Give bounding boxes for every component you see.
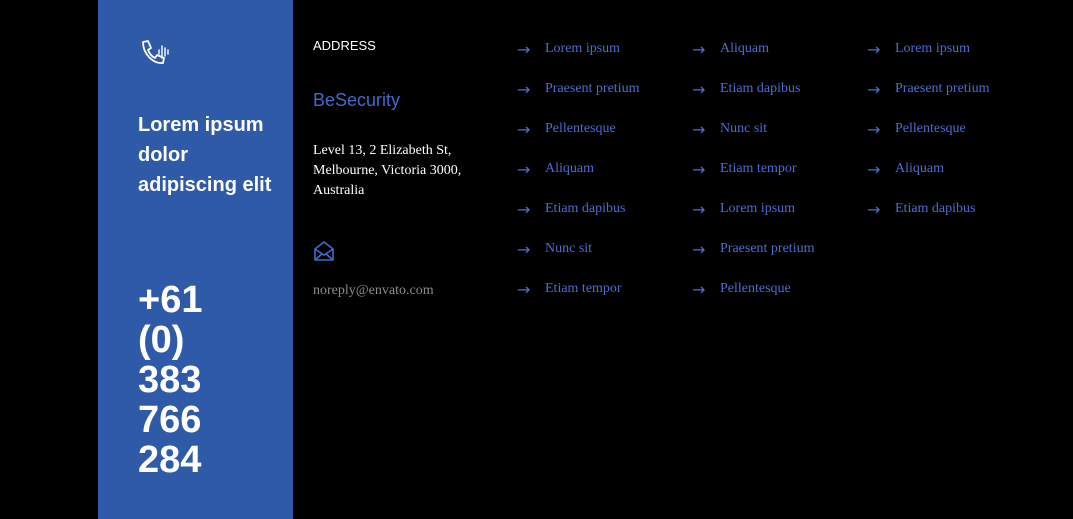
- link-column-2: → Aliquam → Etiam dapibus → Nunc sit → Etiam…: [692, 39, 814, 319]
- arrow-right-icon: →: [692, 119, 706, 139]
- link-column-3: → Lorem ipsum → Praesent pretium → Pellente…: [867, 39, 989, 239]
- footer-link[interactable]: → Aliquam: [517, 159, 639, 179]
- phone-icon: [142, 40, 169, 64]
- arrow-right-icon: →: [517, 239, 531, 259]
- arrow-right-icon: →: [692, 239, 706, 259]
- contact-tagline: Lorem ipsum dolor adipiscing elit: [138, 114, 272, 196]
- arrow-right-icon: →: [692, 199, 706, 219]
- footer-link[interactable]: → Pellentesque: [867, 119, 989, 139]
- link-label: Aliquam: [545, 161, 594, 176]
- link-label: Etiam dapibus: [720, 81, 801, 96]
- arrow-right-icon: →: [692, 79, 706, 99]
- phone-number[interactable]: +61 (0) 383 766 284: [138, 280, 258, 480]
- footer-link[interactable]: → Lorem ipsum: [517, 39, 639, 59]
- footer-link[interactable]: → Pellentesque: [692, 279, 814, 299]
- arrow-right-icon: →: [867, 159, 881, 179]
- footer-link[interactable]: → Etiam dapibus: [517, 199, 639, 219]
- footer-link[interactable]: → Nunc sit: [517, 239, 639, 259]
- link-label: Lorem ipsum: [720, 201, 796, 216]
- arrow-right-icon: →: [867, 199, 881, 219]
- arrow-right-icon: →: [517, 79, 531, 99]
- footer-link[interactable]: → Etiam tempor: [517, 279, 639, 299]
- link-label: Praesent pretium: [545, 81, 640, 96]
- link-label: Nunc sit: [720, 121, 768, 136]
- link-label: Etiam dapibus: [545, 201, 626, 216]
- link-label: Lorem ipsum: [545, 41, 621, 56]
- footer-link[interactable]: → Praesent pretium: [867, 79, 989, 99]
- footer-link[interactable]: → Praesent pretium: [692, 239, 814, 259]
- footer-link[interactable]: → Pellentesque: [517, 119, 639, 139]
- arrow-right-icon: →: [517, 159, 531, 179]
- footer-link[interactable]: → Etiam dapibus: [867, 199, 989, 219]
- footer-link[interactable]: → Praesent pretium: [517, 79, 639, 99]
- link-label: Etiam dapibus: [895, 201, 976, 216]
- brand-name: BeSecurity: [313, 90, 401, 110]
- link-label: Aliquam: [720, 41, 769, 56]
- envelope-open-icon: [314, 241, 334, 261]
- email-link[interactable]: noreply@envato.com: [313, 283, 434, 299]
- link-label: Lorem ipsum: [895, 41, 971, 56]
- link-label: Pellentesque: [545, 121, 616, 136]
- link-label: Aliquam: [895, 161, 944, 176]
- arrow-right-icon: →: [692, 39, 706, 59]
- arrow-right-icon: →: [867, 39, 881, 59]
- arrow-right-icon: →: [867, 79, 881, 99]
- link-label: Pellentesque: [895, 121, 966, 136]
- link-label: Pellentesque: [720, 281, 791, 296]
- footer-link[interactable]: → Aliquam: [867, 159, 989, 179]
- contact-panel: Lorem ipsum dolor adipiscing elit +61 (0…: [98, 0, 293, 519]
- link-label: Praesent pretium: [895, 81, 990, 96]
- arrow-right-icon: →: [517, 119, 531, 139]
- footer-link[interactable]: → Etiam tempor: [692, 159, 814, 179]
- address-heading: ADDRESS: [313, 38, 376, 53]
- arrow-right-icon: →: [692, 279, 706, 299]
- footer-link[interactable]: → Etiam dapibus: [692, 79, 814, 99]
- link-label: Etiam tempor: [545, 281, 622, 296]
- footer-link[interactable]: → Nunc sit: [692, 119, 814, 139]
- footer-link[interactable]: → Lorem ipsum: [692, 199, 814, 219]
- arrow-right-icon: →: [517, 39, 531, 59]
- arrow-right-icon: →: [867, 119, 881, 139]
- link-column-1: → Lorem ipsum → Praesent pretium → Pellente…: [517, 39, 639, 319]
- footer-link[interactable]: → Lorem ipsum: [867, 39, 989, 59]
- street-address: Level 13, 2 Elizabeth St, Melbourne, Vic…: [313, 143, 462, 198]
- arrow-right-icon: →: [517, 199, 531, 219]
- footer-link[interactable]: → Aliquam: [692, 39, 814, 59]
- arrow-right-icon: →: [692, 159, 706, 179]
- link-label: Nunc sit: [545, 241, 593, 256]
- arrow-right-icon: →: [517, 279, 531, 299]
- link-label: Praesent pretium: [720, 241, 815, 256]
- link-label: Etiam tempor: [720, 161, 797, 176]
